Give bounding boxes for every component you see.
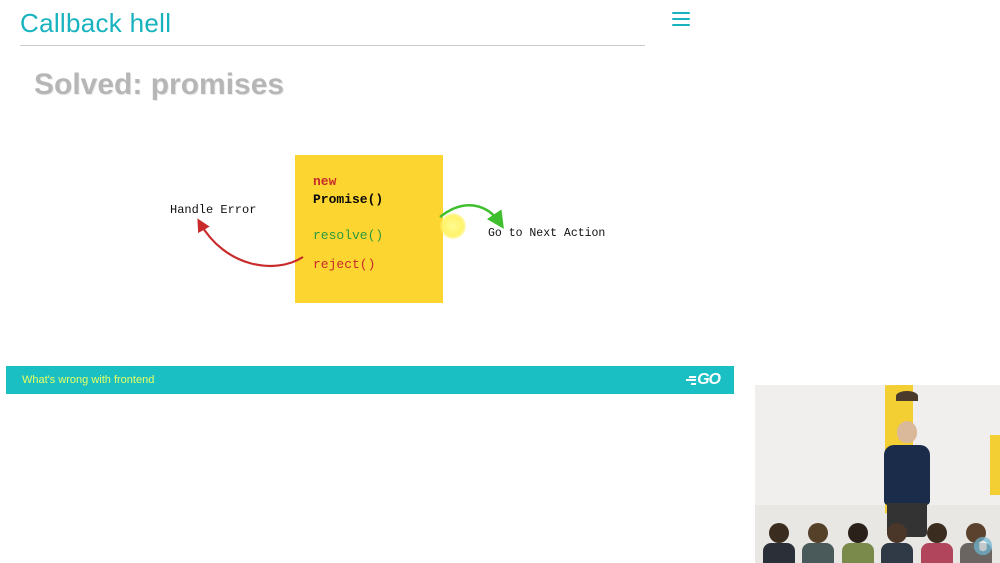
- slide-title-bar: Callback hell: [20, 8, 645, 46]
- hamburger-icon[interactable]: [672, 12, 690, 26]
- audience-row: [755, 518, 1000, 563]
- promise-diagram: Handle Error new Promise() resolve() rej…: [170, 155, 600, 325]
- next-action-label: Go to Next Action: [488, 227, 605, 240]
- promise-parens: (): [368, 192, 384, 207]
- footer-caption: What's wrong with frontend: [22, 374, 154, 386]
- speaker-figure-icon: [875, 415, 939, 535]
- promise-keyword: Promise: [313, 192, 368, 207]
- promise-box: new Promise() resolve() reject(): [295, 155, 443, 303]
- speaker-video-pip: [755, 385, 1000, 563]
- slide-subtitle: Solved: promises: [34, 68, 284, 102]
- audience-person-icon: [763, 523, 795, 563]
- audience-person-icon: [842, 523, 874, 563]
- new-keyword: new: [313, 174, 336, 189]
- audience-person-icon: [881, 523, 913, 563]
- reject-fn: reject(): [313, 256, 429, 274]
- go-logo-icon: GO: [686, 371, 720, 389]
- handle-error-label: Handle Error: [170, 203, 256, 217]
- page-title: Callback hell: [20, 8, 645, 39]
- go-logo-text: GO: [697, 371, 720, 389]
- audience-person-icon: [921, 523, 953, 563]
- highlight-dot-icon: [440, 213, 466, 239]
- resolve-fn: resolve(): [313, 227, 429, 245]
- video-watermark-icon: [972, 535, 994, 557]
- audience-person-icon: [802, 523, 834, 563]
- slide-footer: What's wrong with frontend GO: [6, 366, 734, 394]
- slide: Callback hell Solved: promises Handle Er…: [0, 0, 1000, 563]
